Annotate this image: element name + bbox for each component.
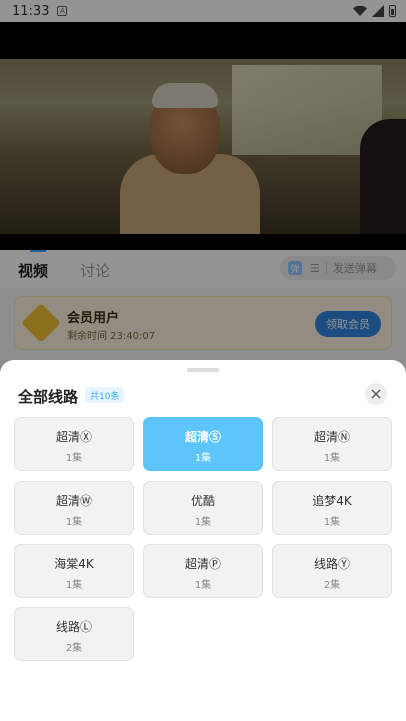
drag-handle[interactable] [187,368,219,372]
line-option-selected[interactable]: 超清Ⓢ 1集 [143,417,263,471]
line-episodes: 1集 [194,580,212,591]
line-episodes: 1集 [194,453,212,464]
close-icon [371,389,381,399]
line-option[interactable]: 超清Ⓧ 1集 [14,417,134,471]
line-name: 超清Ⓝ [313,430,350,444]
sheet-title: 全部线路 [18,388,79,406]
line-option[interactable]: 线路Ⓨ 2集 [272,544,392,598]
line-name: 海棠4K [54,557,94,571]
line-episodes: 1集 [65,580,83,591]
line-option[interactable]: 海棠4K 1集 [14,544,134,598]
line-option[interactable]: 超清Ⓟ 1集 [143,544,263,598]
line-option[interactable]: 优酷 1集 [143,481,263,535]
line-episodes: 1集 [323,453,341,464]
line-count-badge: 共10条 [85,387,125,403]
line-name: 超清Ⓦ [55,494,92,508]
line-name: 优酷 [190,494,215,508]
line-name: 超清Ⓧ [55,430,92,444]
line-name: 超清Ⓢ [184,430,221,444]
line-option[interactable]: 超清Ⓝ 1集 [272,417,392,471]
line-name: 线路Ⓛ [55,620,92,634]
line-episodes: 1集 [323,517,341,528]
line-name: 线路Ⓨ [313,557,350,571]
line-episodes: 2集 [65,643,83,654]
line-name: 超清Ⓟ [184,557,221,571]
line-episodes: 1集 [194,517,212,528]
line-selector-sheet: 全部线路 共10条 超清Ⓧ 1集 超清Ⓢ 1集 超清Ⓝ 1集 超清Ⓦ 1集 优酷… [0,360,406,721]
line-episodes: 1集 [65,517,83,528]
line-option[interactable]: 超清Ⓦ 1集 [14,481,134,535]
line-name: 追梦4K [312,494,352,508]
line-episodes: 1集 [65,453,83,464]
line-episodes: 2集 [323,580,341,591]
line-option[interactable]: 追梦4K 1集 [272,481,392,535]
line-option[interactable]: 线路Ⓛ 2集 [14,607,134,661]
close-button[interactable] [365,383,387,405]
